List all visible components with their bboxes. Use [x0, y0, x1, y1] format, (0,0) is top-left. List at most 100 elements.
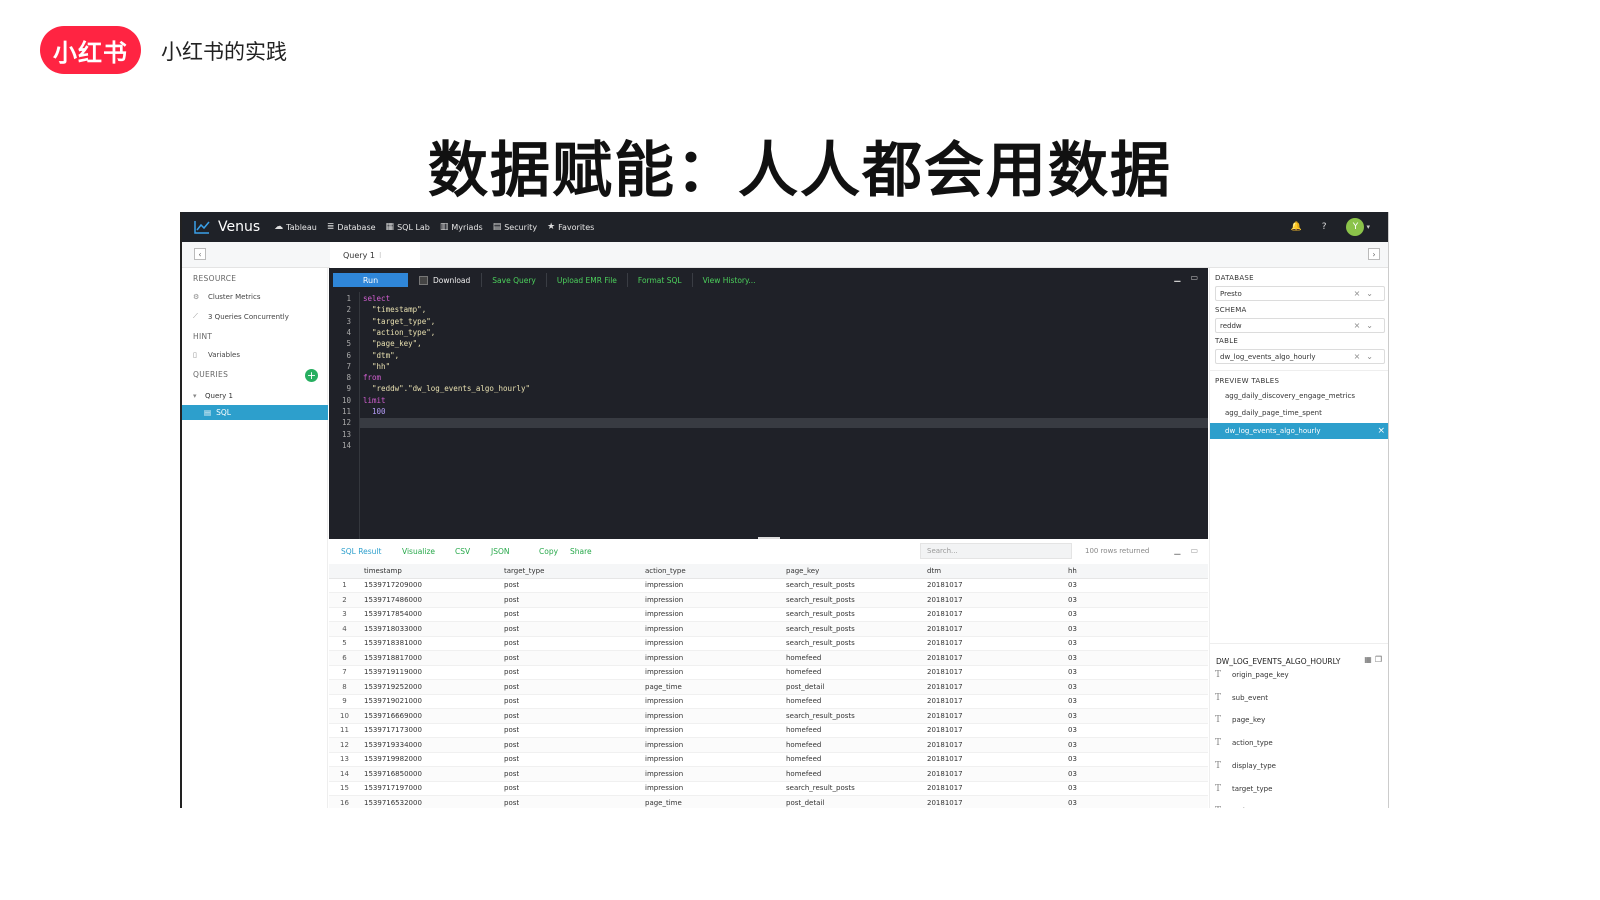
topbar-right: 🔔 ? Y ▾	[1290, 212, 1370, 242]
variables-item[interactable]: ▯ Variables	[193, 351, 240, 359]
column-header[interactable]: action_type	[641, 564, 782, 579]
table-row[interactable]: 11 1539717173000 post impression homefeed 201…	[329, 723, 1208, 738]
preview-table-item[interactable]: agg_daily_page_time_spent	[1225, 409, 1322, 417]
column-header[interactable]: page_key	[782, 564, 923, 579]
table-row[interactable]: 10 1539716669000 post impression search_resu…	[329, 708, 1208, 724]
table-cell: search_result_posts	[782, 781, 923, 796]
schema-field[interactable]: Tdisplay_type	[1215, 761, 1276, 771]
table-row[interactable]: 14 1539716850000 post impression homefeed 201…	[329, 766, 1208, 782]
table-row[interactable]: 2 1539717486000 post impression search_resul…	[329, 592, 1208, 608]
maximize-icon[interactable]: ▭	[1190, 546, 1198, 555]
help-icon[interactable]: ?	[1322, 222, 1327, 232]
table-row[interactable]: 16 1539716532000 post page_time post_detail 2…	[329, 795, 1208, 808]
add-query-button[interactable]: +	[305, 369, 318, 382]
table-row[interactable]: 8 1539719252000 post page_time post_detail 20…	[329, 679, 1208, 695]
save-query-button[interactable]: Save Query	[492, 276, 536, 285]
nav-favorites[interactable]: ★ Favorites	[547, 222, 594, 232]
grid-icon[interactable]: ▦	[1364, 655, 1375, 664]
table-cell: 20181017	[923, 737, 1064, 753]
maximize-icon[interactable]: ▭	[1190, 273, 1198, 282]
result-search-input[interactable]: Search...	[920, 543, 1072, 559]
select-value: dw_log_events_algo_hourly	[1220, 352, 1316, 361]
query-1-item[interactable]: ▾ Query 1	[193, 392, 233, 400]
table-cell: 03	[1064, 650, 1208, 666]
tab-query-1[interactable]: Query 1 ⁝	[330, 242, 420, 268]
table-row[interactable]: 13 1539719982000 post impression homefeed 201…	[329, 752, 1208, 767]
table-cell: impression	[641, 621, 782, 637]
table-cell: page_time	[641, 679, 782, 695]
schema-select[interactable]: reddw ×⌄	[1215, 318, 1385, 333]
sql-item-active[interactable]: ▤ SQL	[182, 405, 328, 420]
schema-field[interactable]: Tpage_key	[1215, 715, 1265, 725]
app-logo[interactable]: Venus	[194, 219, 260, 235]
nav-sql-lab[interactable]: ▦ SQL Lab	[386, 222, 430, 232]
preview-table-active[interactable]: dw_log_events_algo_hourly ×	[1210, 423, 1388, 439]
text-type-icon: T	[1215, 760, 1222, 771]
schema-field[interactable]: Tsub_event	[1215, 693, 1268, 703]
upload-emr-button[interactable]: Upload EMR File	[557, 276, 617, 285]
cluster-metrics-item[interactable]: ⚙ Cluster Metrics	[193, 293, 260, 301]
schema-field[interactable]: Ttarget_type	[1215, 784, 1272, 794]
clear-chevron-icon[interactable]: ×⌄	[1354, 352, 1379, 361]
code-area[interactable]: 1 2 3 4 5 6 7 8 9 10 11 12 13 14 select "timestamp", …	[329, 292, 1208, 539]
concurrent-queries-item[interactable]: ⟋ 3 Queries Concurrently	[193, 312, 289, 321]
format-sql-button[interactable]: Format SQL	[638, 276, 682, 285]
collapse-left-icon[interactable]: ‹	[194, 248, 206, 260]
nav-tableau[interactable]: ☁ Tableau	[274, 222, 317, 232]
table-row[interactable]: 1 1539717209000 post impression search_resul…	[329, 578, 1208, 593]
column-header[interactable]: hh	[1064, 564, 1208, 579]
line-number: 11	[341, 407, 351, 416]
minimize-icon[interactable]: ▁	[1174, 546, 1180, 555]
schema-field[interactable]: Torigin_page_key	[1215, 670, 1289, 680]
view-history-button[interactable]: View History...	[703, 276, 756, 285]
rows-returned: 100 rows returned	[1085, 547, 1150, 555]
run-button[interactable]: Run	[333, 273, 408, 287]
schema-field[interactable]: Taction_type	[1215, 738, 1273, 748]
user-menu[interactable]: Y ▾	[1346, 218, 1370, 236]
tab-json[interactable]: JSON	[491, 547, 510, 556]
table-row[interactable]: 15 1539717197000 post impression search_resu…	[329, 781, 1208, 796]
clear-chevron-icon[interactable]: ×⌄	[1354, 321, 1379, 330]
table-row[interactable]: 7 1539719119000 post impression homefeed 2018…	[329, 665, 1208, 680]
row-index: 2	[329, 592, 360, 608]
table-row[interactable]: 6 1539718817000 post impression homefeed 2018…	[329, 650, 1208, 666]
table-row[interactable]: 12 1539719334000 post impression homefeed 201…	[329, 737, 1208, 753]
field-name: page_key	[1232, 716, 1266, 725]
table-cell: 20181017	[923, 795, 1064, 808]
item-label: Cluster Metrics	[208, 293, 261, 301]
code-line: "page_key",	[363, 339, 422, 349]
copy-icon[interactable]: ❐	[1375, 655, 1385, 664]
tab-menu-icon[interactable]: ⁝	[379, 251, 382, 260]
nav-security[interactable]: ▤ Security	[493, 222, 537, 232]
tab-csv[interactable]: CSV	[455, 547, 470, 556]
column-header[interactable]: target_type	[500, 564, 641, 579]
preview-table-item[interactable]: agg_daily_discovery_engage_metrics	[1225, 392, 1355, 400]
clear-chevron-icon[interactable]: ×⌄	[1354, 289, 1379, 298]
column-header[interactable]: dtm	[923, 564, 1064, 579]
table-select[interactable]: dw_log_events_algo_hourly ×⌄	[1215, 349, 1385, 364]
nav-database[interactable]: ≣ Database	[327, 222, 376, 232]
download-label[interactable]: Download	[433, 276, 470, 285]
download-checkbox[interactable]	[419, 275, 428, 285]
tab-visualize[interactable]: Visualize	[402, 547, 435, 556]
close-icon[interactable]: ×	[1377, 426, 1385, 436]
collapse-right-icon[interactable]: ›	[1368, 248, 1380, 260]
document-icon: ▯	[193, 351, 197, 359]
star-icon: ★	[547, 222, 556, 232]
nav-myriads[interactable]: ▥ Myriads	[440, 222, 483, 232]
schema-field[interactable]: Taction_target	[1215, 806, 1278, 808]
minimize-icon[interactable]: ▁	[1174, 273, 1180, 282]
table-row[interactable]: 3 1539717854000 post impression search_resul…	[329, 607, 1208, 622]
tab-sql-result[interactable]: SQL Result	[341, 547, 381, 556]
resource-heading: RESOURCE	[193, 274, 237, 283]
database-select[interactable]: Presto ×⌄	[1215, 286, 1385, 301]
tab-share[interactable]: Share	[570, 547, 592, 556]
table-row[interactable]: 5 1539718381000 post impression search_resul…	[329, 636, 1208, 651]
column-header[interactable]	[329, 564, 360, 579]
table-cell: 1539719252000	[360, 679, 500, 695]
table-row[interactable]: 4 1539718033000 post impression search_resul…	[329, 621, 1208, 637]
bell-icon[interactable]: 🔔	[1290, 222, 1301, 232]
column-header[interactable]: timestamp	[360, 564, 500, 579]
tab-copy[interactable]: Copy	[539, 547, 558, 556]
table-row[interactable]: 9 1539719021000 post impression homefeed 2018…	[329, 694, 1208, 709]
